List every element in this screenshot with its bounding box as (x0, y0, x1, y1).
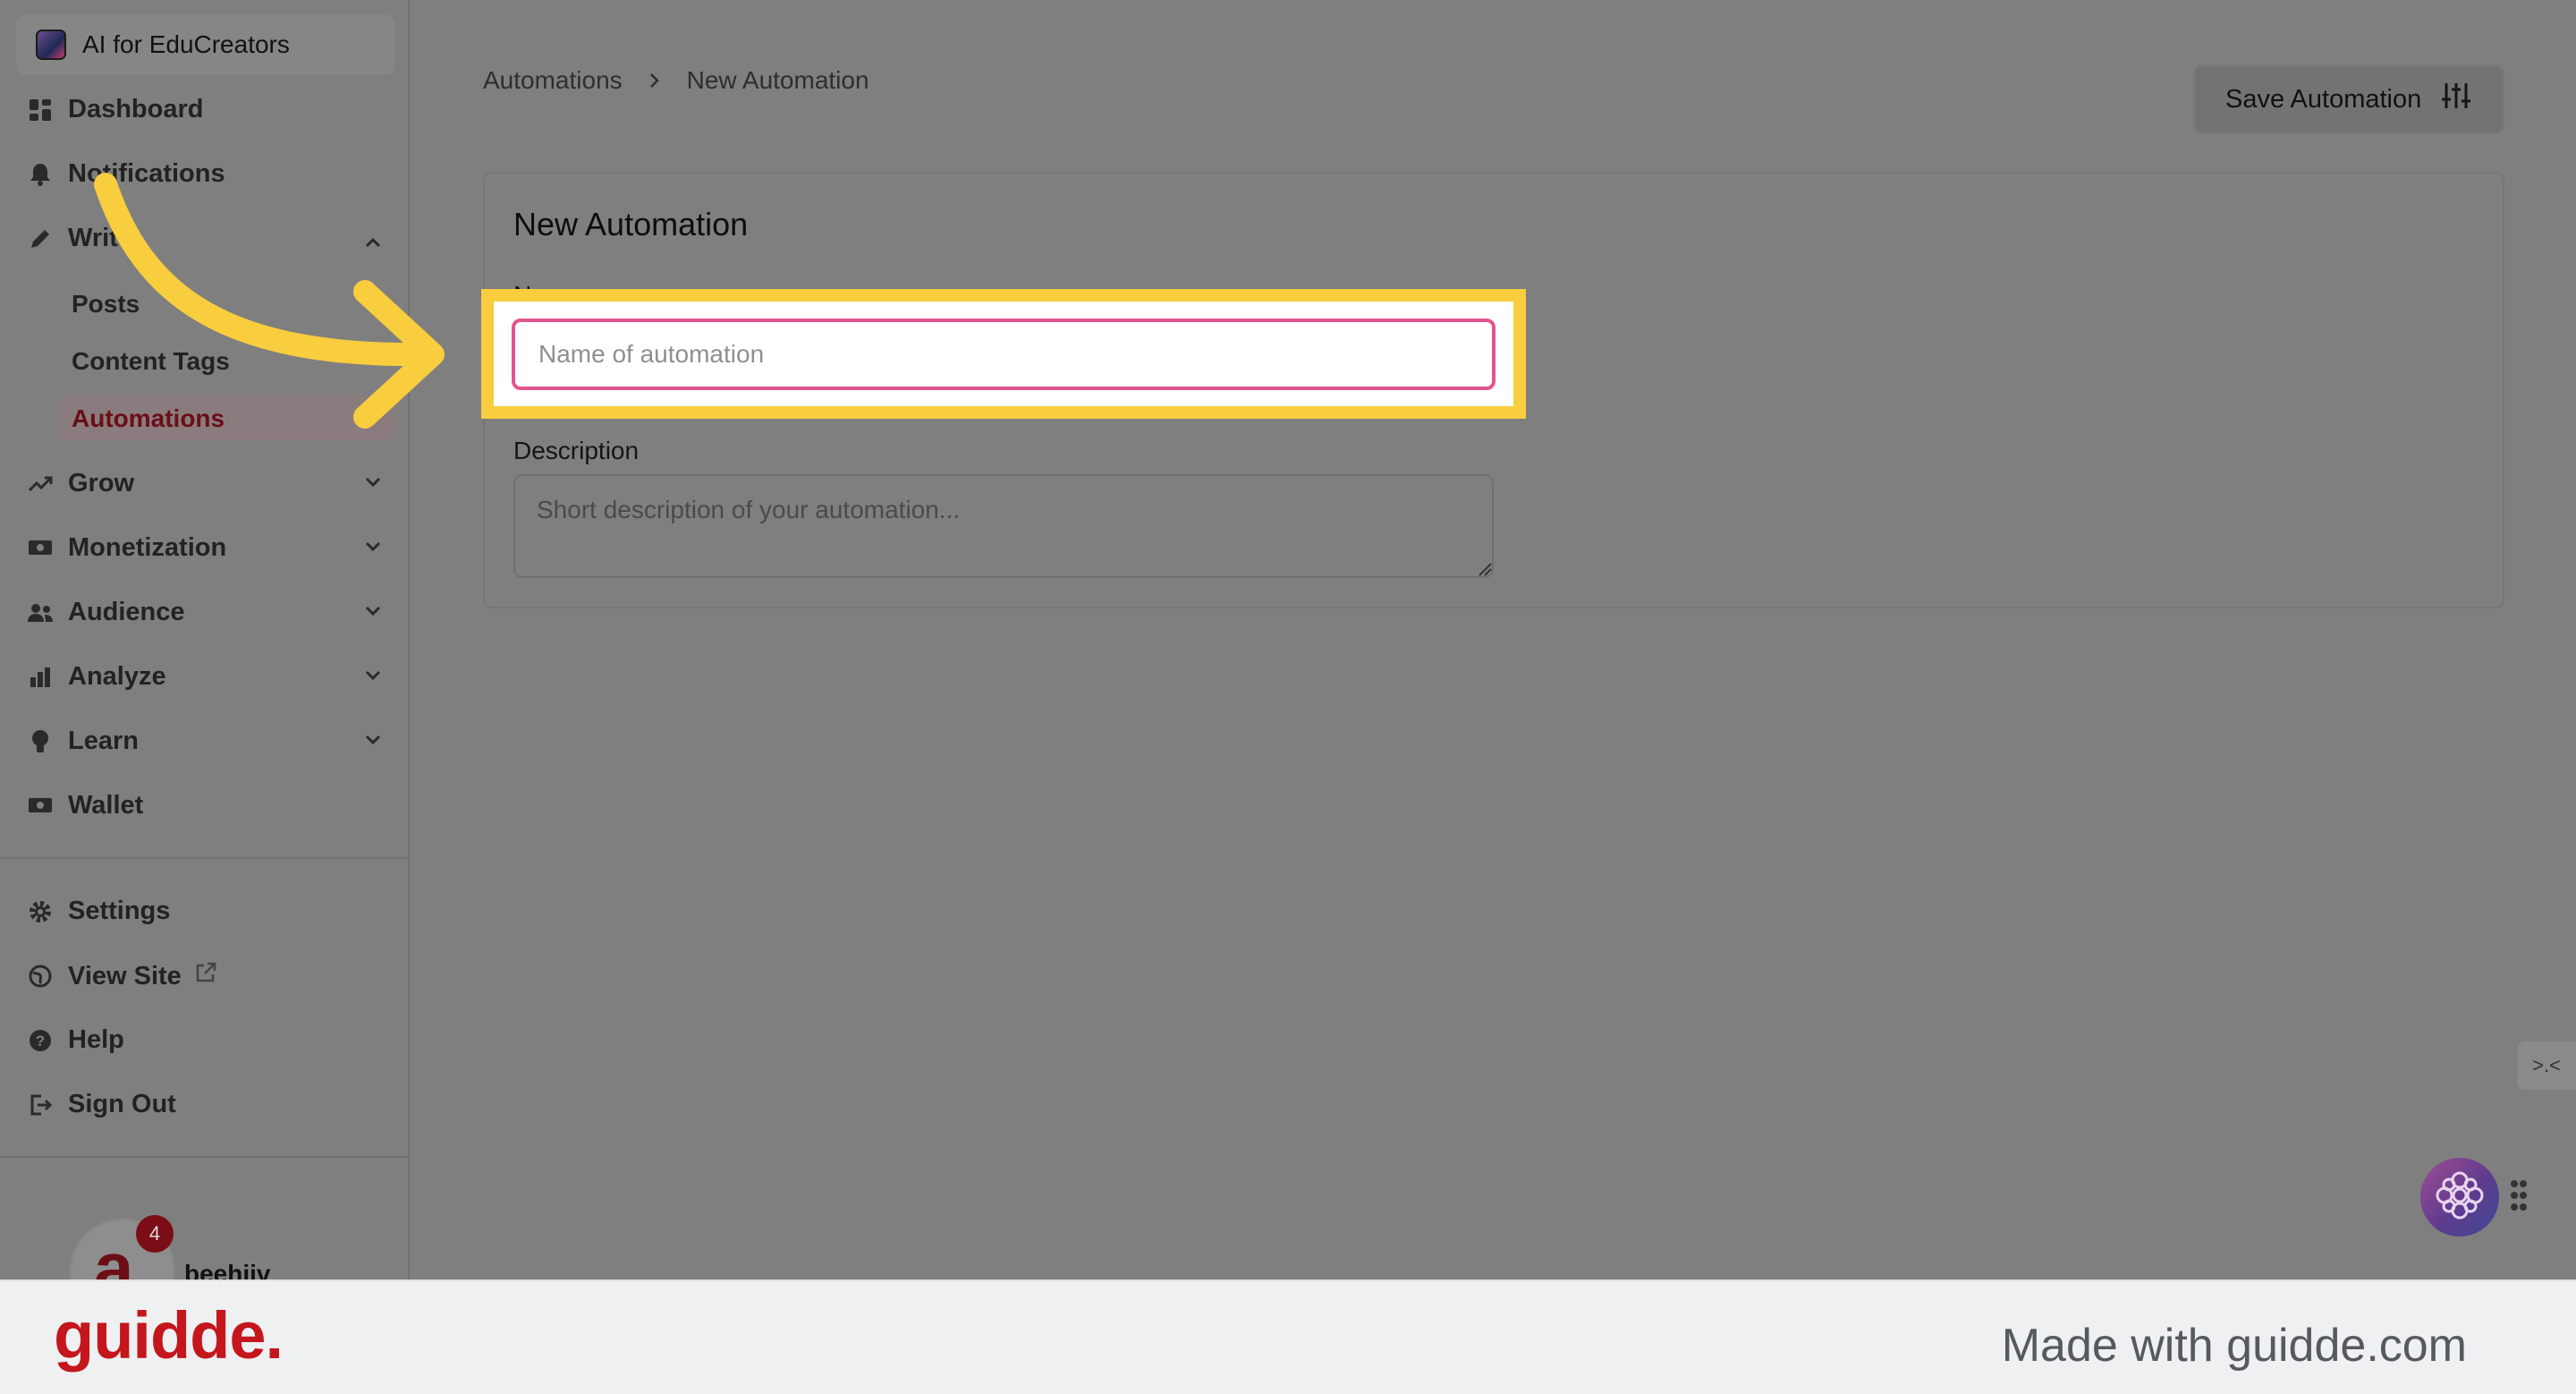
drag-handle-icon[interactable] (2510, 1179, 2528, 1216)
tutorial-arrow-icon (94, 173, 445, 429)
brain-icon (2433, 1169, 2487, 1227)
assistant-bubble[interactable] (2420, 1158, 2499, 1237)
made-with-text: Made with guidde.com (2001, 1320, 2467, 1372)
side-widget-tab[interactable]: >.< (2517, 1041, 2576, 1090)
side-tab-label: >.< (2532, 1054, 2561, 1076)
guidde-logo: guidde. (54, 1298, 284, 1373)
guidde-footer: guidde. Made with guidde.com (0, 1279, 2576, 1394)
